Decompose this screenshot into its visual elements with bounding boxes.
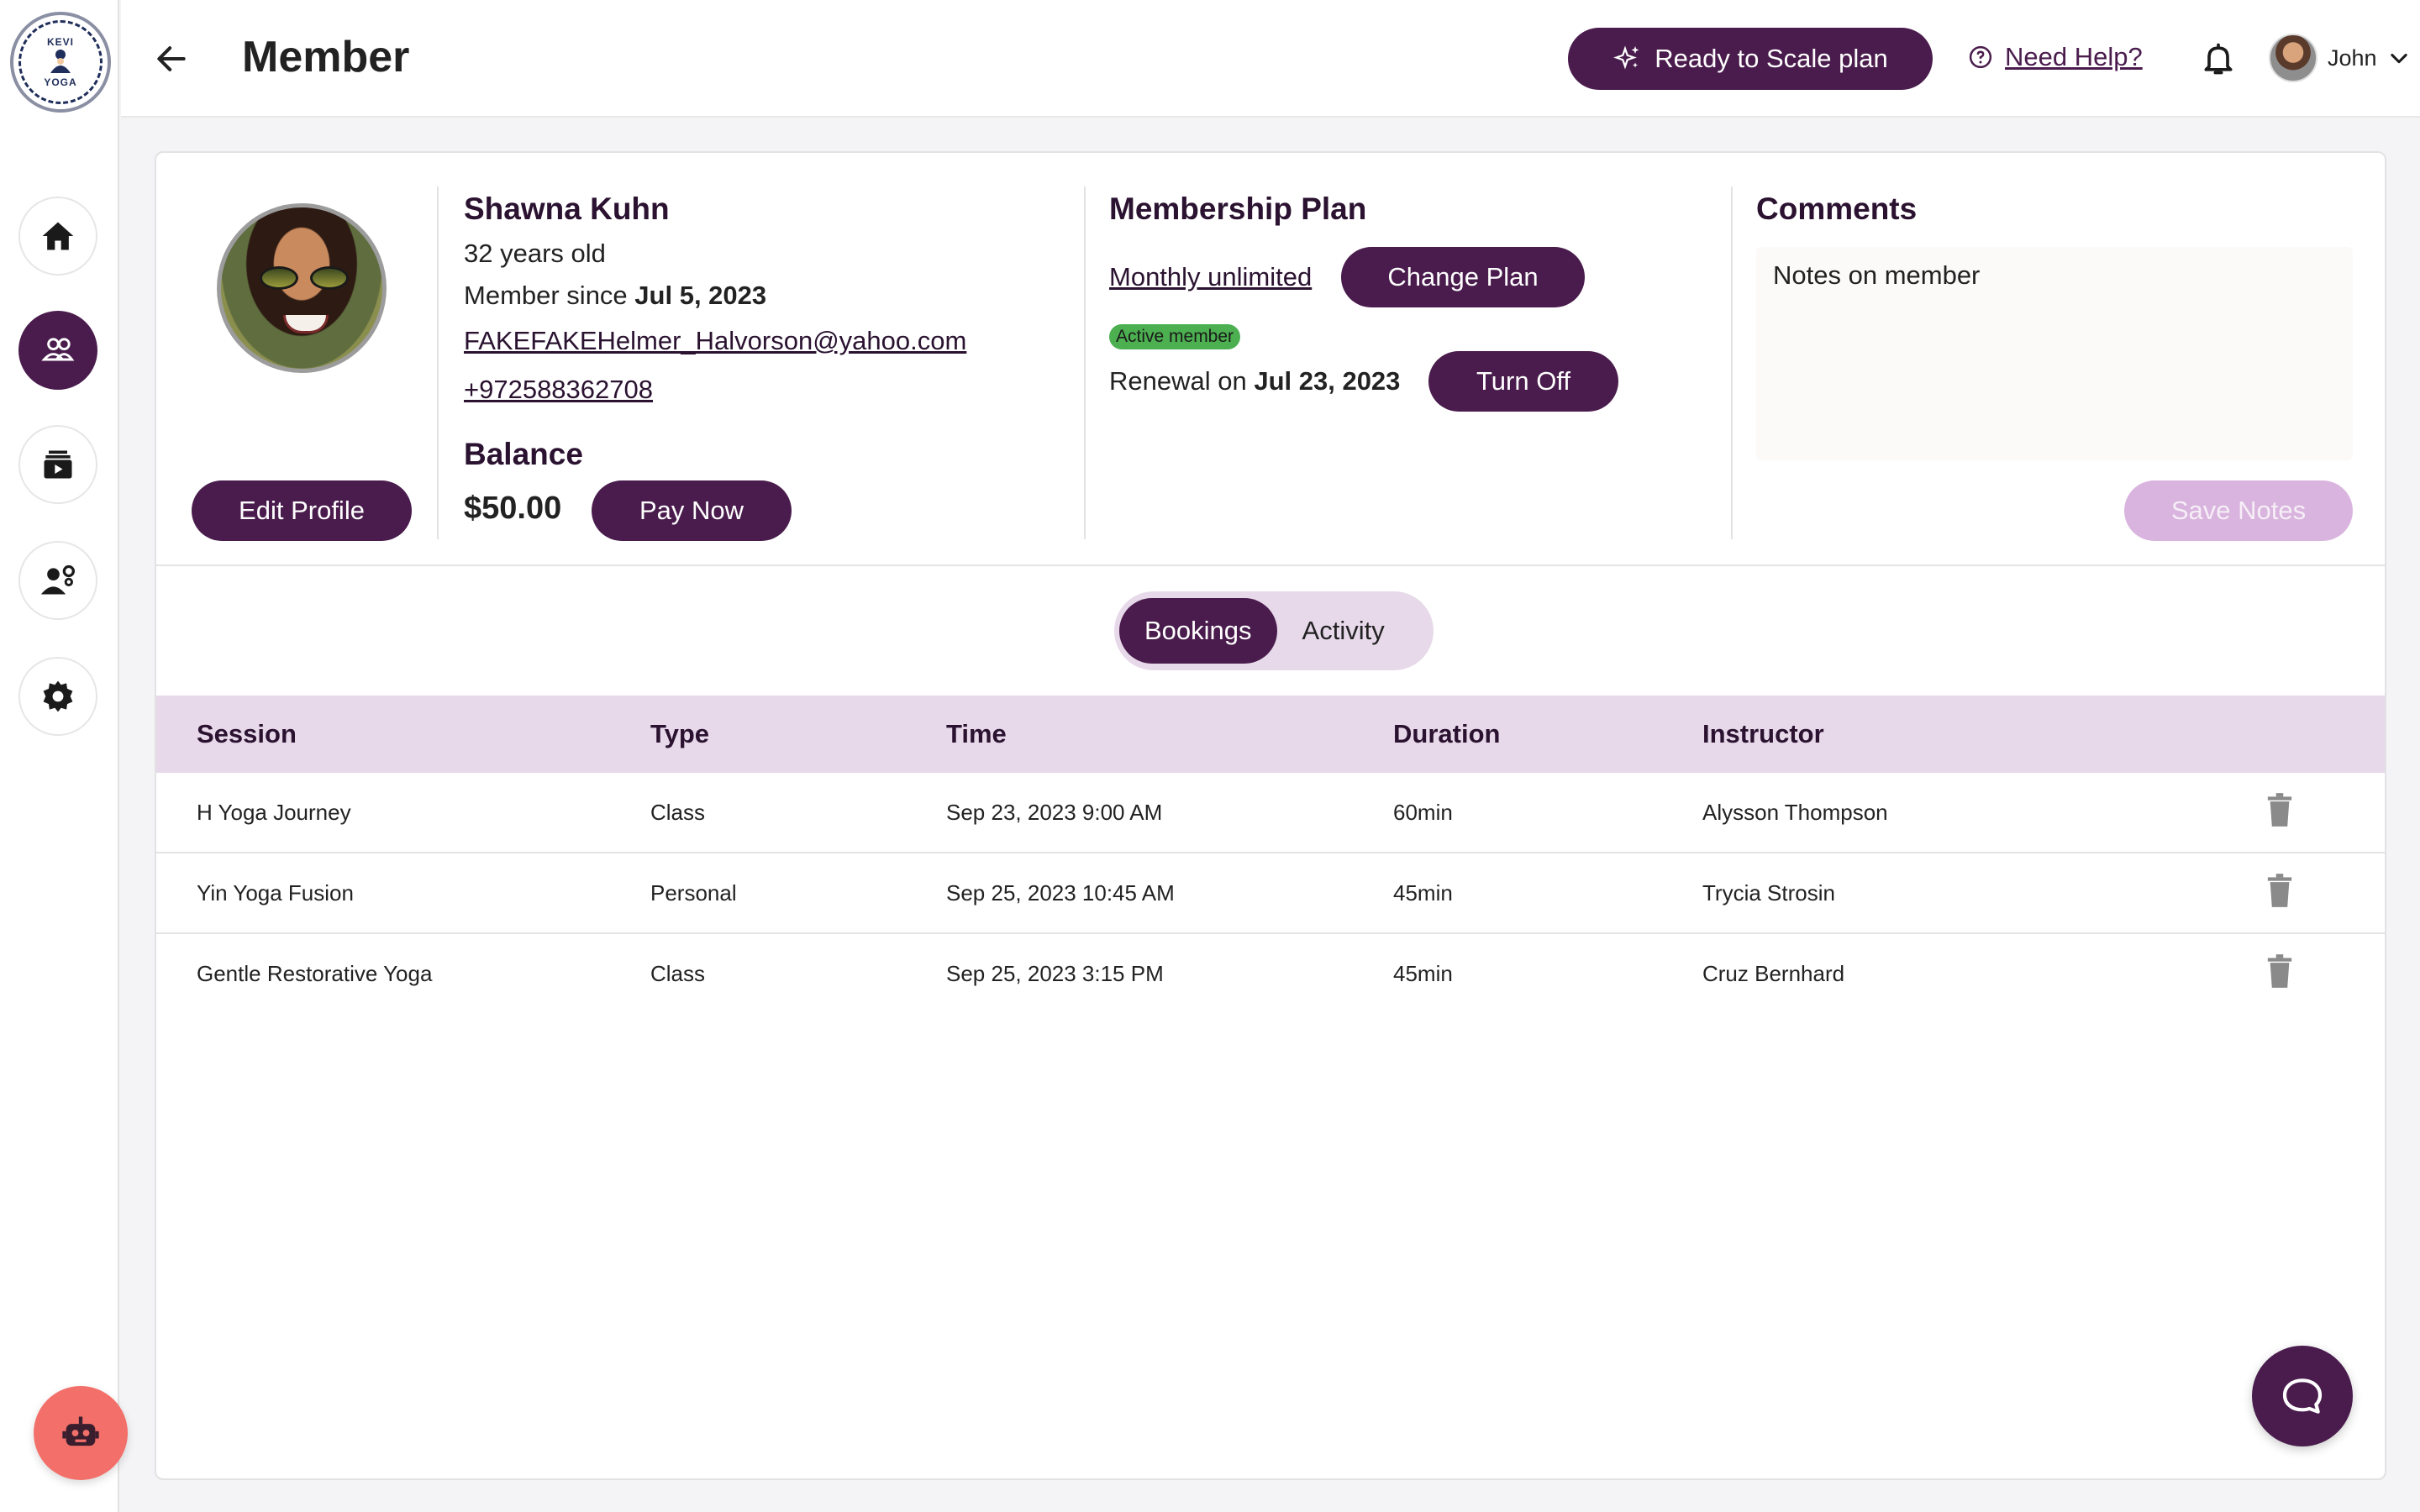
cell-instructor: Cruz Bernhard	[1702, 961, 1845, 986]
chat-bubble-icon	[2282, 1378, 2323, 1414]
cell-type: Personal	[650, 880, 737, 906]
column-duration[interactable]: Duration	[1393, 719, 1500, 749]
cell-time: Sep 25, 2023 3:15 PM	[946, 961, 1164, 986]
sparkles-icon	[1613, 45, 1639, 70]
tab-bookings[interactable]: Bookings	[1119, 598, 1277, 664]
table-row[interactable]: Gentle Restorative Yoga Class Sep 25, 20…	[156, 934, 2385, 1015]
chat-launcher-button[interactable]	[2252, 1346, 2353, 1446]
ready-to-scale-button[interactable]: Ready to Scale plan	[1568, 28, 1933, 90]
cell-session: Yin Yoga Fusion	[197, 880, 354, 906]
need-help-label: Need Help?	[2005, 42, 2143, 71]
cell-type: Class	[650, 961, 706, 986]
member-card: Edit Profile Shawna Kuhn 32 years old Me…	[155, 151, 2386, 1480]
member-phone-link[interactable]: +972588362708	[464, 375, 653, 404]
member-since-label: Member since	[464, 281, 635, 310]
member-since-date: Jul 5, 2023	[634, 281, 767, 310]
member-phone[interactable]: +972588362708	[464, 375, 966, 405]
column-instructor[interactable]: Instructor	[1702, 719, 1824, 749]
question-circle-icon	[1969, 45, 1992, 69]
robot-icon	[62, 1416, 99, 1446]
profile-section: Edit Profile Shawna Kuhn 32 years old Me…	[156, 153, 2385, 566]
nav-classes[interactable]	[18, 425, 97, 504]
cell-session: Gentle Restorative Yoga	[197, 961, 433, 986]
pay-now-button[interactable]: Pay Now	[592, 480, 792, 541]
cell-time: Sep 23, 2023 9:00 AM	[946, 800, 1163, 825]
renewal-date: Jul 23, 2023	[1254, 366, 1401, 396]
back-button[interactable]	[151, 39, 192, 79]
balance-title: Balance	[464, 437, 583, 471]
member-since: Member since Jul 5, 2023	[464, 281, 966, 311]
staff-icon	[40, 564, 75, 595]
trash-icon[interactable]	[2265, 793, 2294, 827]
home-icon	[42, 222, 74, 250]
cell-duration: 60min	[1393, 800, 1453, 825]
table-row[interactable]: H Yoga Journey Class Sep 23, 2023 9:00 A…	[156, 773, 2385, 853]
renewal-label: Renewal on	[1109, 366, 1255, 396]
column-time[interactable]: Time	[946, 719, 1007, 749]
plan-name-link[interactable]: Monthly unlimited	[1109, 262, 1312, 292]
edit-profile-button[interactable]: Edit Profile	[192, 480, 412, 541]
divider	[1731, 186, 1733, 539]
page-title: Member	[242, 33, 410, 81]
logo-bottom-text: YOGA	[44, 76, 77, 88]
cell-instructor: Trycia Strosin	[1702, 880, 1835, 906]
balance-amount: $50.00	[464, 491, 562, 526]
view-tabs: Bookings Activity	[1114, 591, 1434, 670]
bell-icon	[2204, 43, 2233, 75]
photo-sunglasses	[260, 266, 352, 291]
nav-staff[interactable]	[18, 541, 97, 620]
photo-smile	[283, 315, 329, 333]
tab-activity[interactable]: Activity	[1277, 598, 1410, 664]
divider	[437, 186, 439, 539]
change-plan-button[interactable]: Change Plan	[1341, 247, 1585, 307]
notes-textarea[interactable]: Notes on member	[1756, 247, 2353, 460]
cell-instructor: Alysson Thompson	[1702, 800, 1888, 825]
scale-button-label: Ready to Scale plan	[1655, 44, 1888, 73]
logo-top-text: KEVI	[46, 36, 74, 48]
member-email-link[interactable]: FAKEFAKEHelmer_Halvorson@yahoo.com	[464, 326, 966, 355]
membership-plan-title: Membership Plan	[1109, 192, 1367, 226]
nav-settings[interactable]	[18, 657, 97, 736]
column-session[interactable]: Session	[197, 719, 297, 749]
member-name: Shawna Kuhn	[464, 192, 670, 226]
cell-time: Sep 25, 2023 10:45 AM	[946, 880, 1175, 906]
settings-icon	[43, 680, 73, 712]
save-notes-button[interactable]: Save Notes	[2124, 480, 2353, 541]
notifications-button[interactable]	[2200, 40, 2237, 77]
studio-logo[interactable]: KEVI YOGA	[10, 12, 111, 113]
table-row[interactable]: Yin Yoga Fusion Personal Sep 25, 2023 10…	[156, 853, 2385, 934]
top-header: Member Ready to Scale plan Need Help? Jo…	[121, 0, 2420, 118]
user-menu[interactable]: John	[2269, 34, 2411, 82]
trash-icon[interactable]	[2265, 954, 2294, 988]
member-info: Shawna Kuhn 32 years old Member since Ju…	[464, 192, 966, 405]
member-photo	[217, 203, 387, 373]
members-icon	[41, 338, 75, 361]
member-email[interactable]: FAKEFAKEHelmer_Halvorson@yahoo.com	[464, 326, 966, 356]
cell-duration: 45min	[1393, 880, 1453, 906]
comments-title: Comments	[1756, 192, 1918, 226]
status-badge: Active member	[1109, 324, 1241, 349]
column-type[interactable]: Type	[650, 719, 709, 749]
user-avatar	[2269, 34, 2317, 82]
need-help-link[interactable]: Need Help?	[1968, 42, 2143, 72]
user-name: John	[2328, 45, 2377, 71]
classes-icon	[44, 450, 72, 479]
assistant-bot-button[interactable]	[34, 1386, 128, 1480]
nav-home[interactable]	[18, 197, 97, 276]
trash-icon[interactable]	[2265, 874, 2294, 907]
turn-off-button[interactable]: Turn Off	[1428, 351, 1618, 412]
sidebar: KEVI YOGA	[0, 0, 128, 1512]
chevron-down-icon	[2390, 53, 2407, 64]
yoga-figure-icon	[50, 50, 71, 73]
renewal-info: Renewal on Jul 23, 2023	[1109, 366, 1400, 396]
cell-session: H Yoga Journey	[197, 800, 351, 825]
bookings-table-header: Session Type Time Duration Instructor	[156, 696, 2385, 773]
nav-members[interactable]	[18, 311, 97, 390]
logo-ring: KEVI YOGA	[18, 20, 103, 104]
arrow-left-icon	[157, 46, 186, 71]
cell-duration: 45min	[1393, 961, 1453, 986]
member-age: 32 years old	[464, 239, 606, 268]
divider	[1084, 186, 1086, 539]
cell-type: Class	[650, 800, 706, 825]
